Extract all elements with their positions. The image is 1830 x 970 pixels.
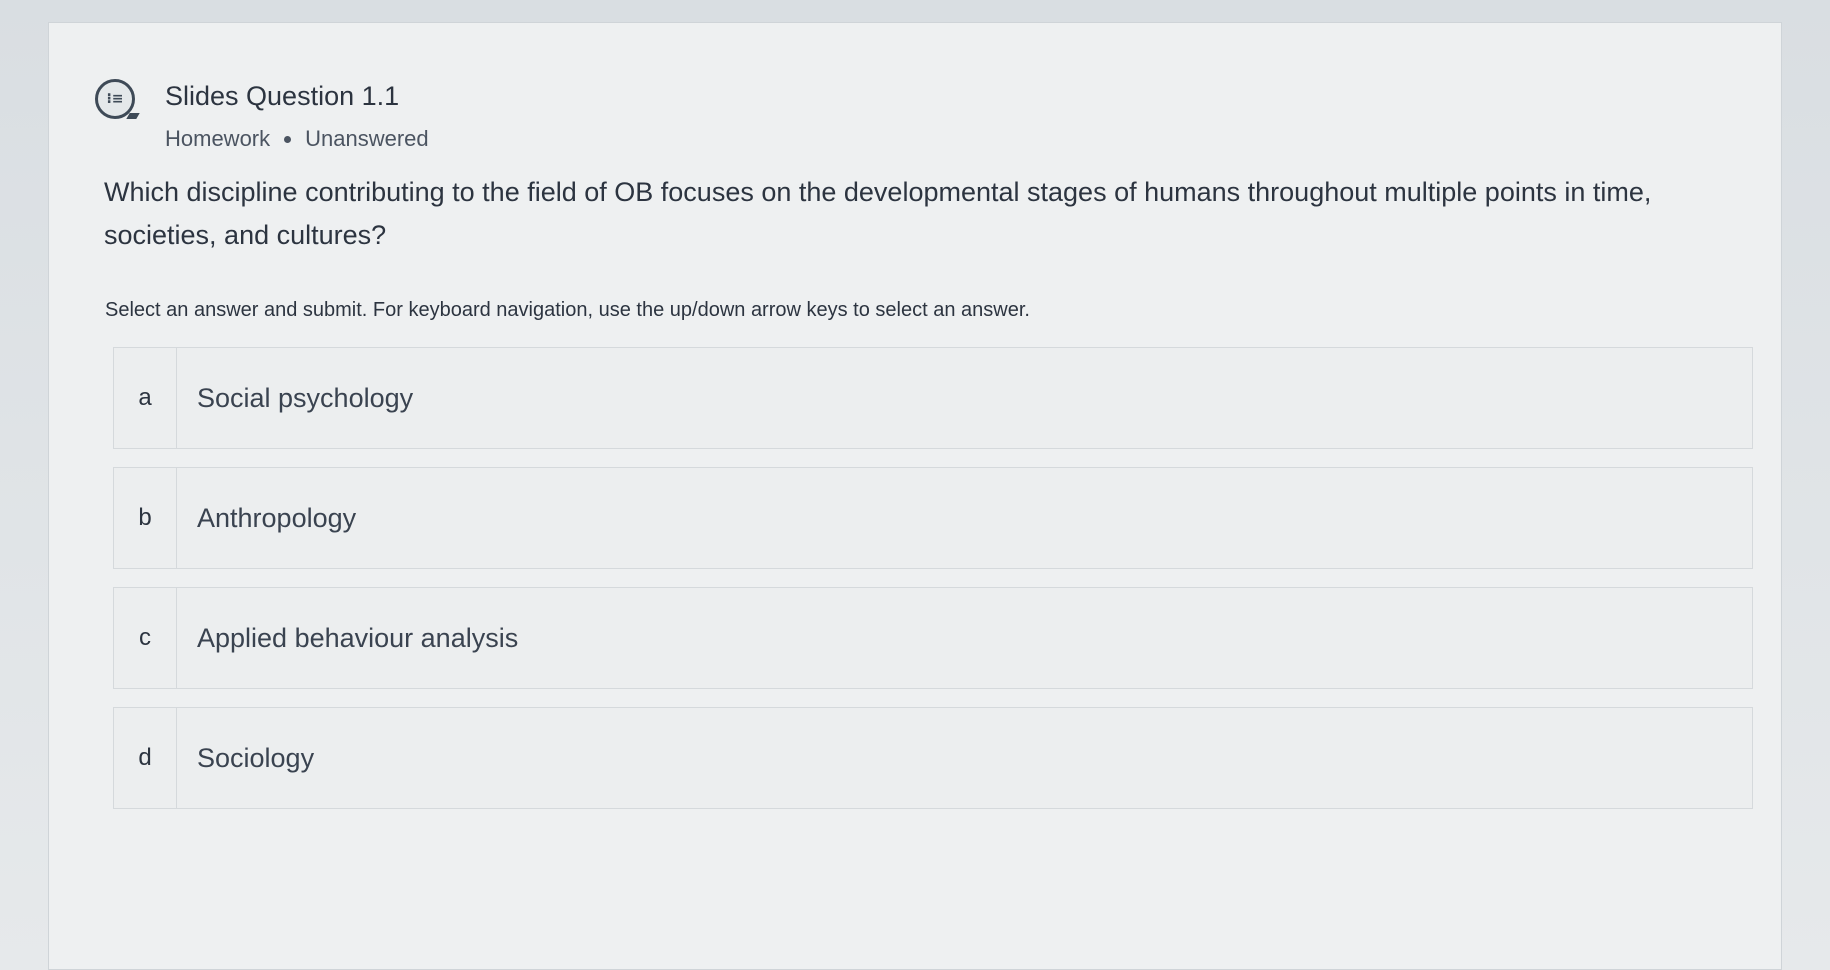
option-label: Anthropology [197,502,357,533]
answer-option-b[interactable]: b Anthropology [113,467,1753,569]
option-label: Applied behaviour analysis [197,622,519,653]
question-status: Unanswered [305,126,429,151]
option-letter: d [114,708,177,808]
answer-option-d[interactable]: d Sociology [113,707,1753,809]
question-title: Slides Question 1.1 [165,81,400,111]
option-label: Sociology [197,742,315,773]
question-card: ⁝≡ Slides Question 1.1 Homework Unanswer… [48,22,1782,970]
option-letter: b [114,468,177,568]
option-label: Social psychology [197,382,414,413]
header-text: Slides Question 1.1 Homework Unanswered [165,59,429,152]
answer-option-a[interactable]: a Social psychology [113,347,1753,449]
instructions-text: Select an answer and submit. For keyboar… [105,299,1030,321]
question-category: Homework [165,126,271,151]
answer-options: a Social psychology b Anthropology c App… [113,347,1753,827]
option-letter: c [114,588,177,688]
question-text: Which discipline contributing to the fie… [104,177,1652,250]
answer-option-c[interactable]: c Applied behaviour analysis [113,587,1753,689]
separator-dot [284,135,292,143]
screen: ⁝≡ Slides Question 1.1 Homework Unanswer… [0,0,1830,970]
option-letter: a [114,348,177,448]
question-bubble-icon: ⁝≡ [95,79,135,119]
question-header: ⁝≡ Slides Question 1.1 Homework Unanswer… [95,59,429,152]
question-meta: Homework Unanswered [165,126,429,152]
